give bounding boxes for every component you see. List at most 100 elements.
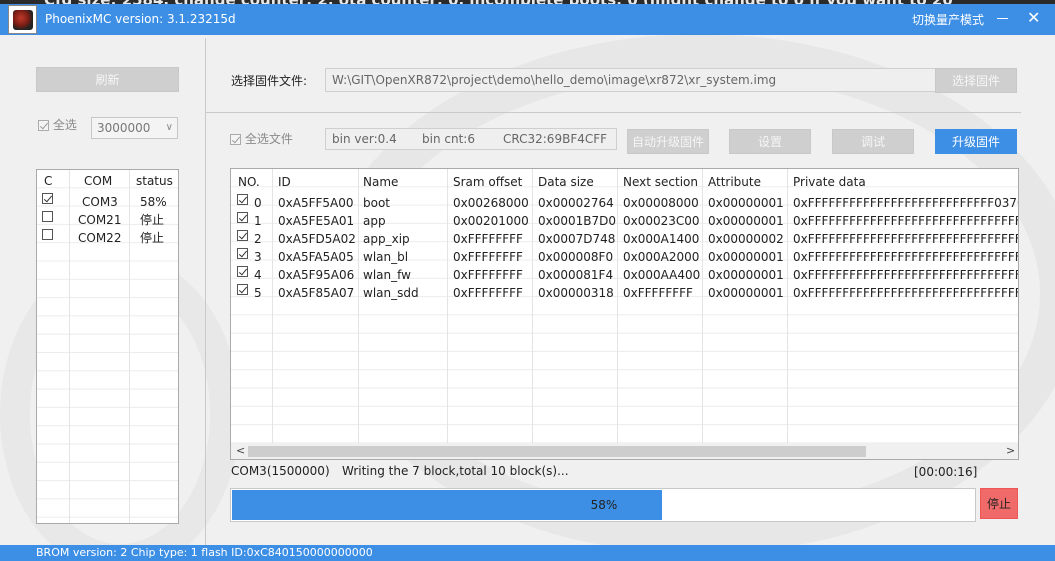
minimize-icon[interactable] [997, 18, 1008, 19]
cell-attr: 0x00000001 [708, 286, 784, 300]
port-col-check-header: C [44, 174, 53, 188]
col-size-header: Data size [538, 175, 594, 189]
port-checkbox[interactable] [42, 193, 53, 204]
firmware-path-field[interactable]: W:\GIT\OpenXR872\project\demo\hello_demo… [325, 68, 936, 92]
cell-sram: 0xFFFFFFFF [453, 232, 523, 246]
switch-production-mode-button[interactable]: 切换量产模式 [912, 11, 984, 28]
cell-next: 0x00023C00 [623, 214, 700, 228]
scrollbar-thumb[interactable] [248, 446, 866, 457]
select-all-ports-checkbox[interactable] [38, 120, 49, 131]
select-all-files[interactable]: 全选文件 [230, 130, 293, 147]
table-row[interactable]: 5 0xA5F85A07 wlan_sdd 0xFFFFFFFF 0x00000… [231, 284, 1019, 302]
table-row[interactable]: 3 0xA5FA5A05 wlan_bl 0xFFFFFFFF 0x000008… [231, 248, 1018, 266]
debug-button[interactable]: 调试 [832, 129, 914, 154]
cell-name: app_xip [363, 232, 410, 246]
cell-name: wlan_fw [363, 268, 411, 282]
cell-name: wlan_bl [363, 250, 409, 264]
port-row[interactable]: COM3 58% [37, 193, 178, 211]
cell-name: app [363, 214, 386, 228]
panel-divider-horizontal [206, 112, 1021, 113]
cell-next: 0x000A1400 [623, 232, 700, 246]
cell-id: 0xA5FA5A05 [278, 250, 354, 264]
port-list: C COM status COM3 58% COM21 停止 COM22 停止 [36, 169, 179, 524]
port-row[interactable]: COM22 停止 [37, 229, 178, 247]
stop-button[interactable]: 停止 [980, 488, 1018, 519]
table-row[interactable]: 0 0xA5FF5A00 boot 0x00268000 0x00002764 … [231, 194, 1019, 212]
cell-size: 0x0001B7D0 [538, 214, 617, 228]
col-private-header: Private data [793, 175, 866, 189]
scroll-left-icon[interactable]: < [236, 443, 245, 459]
col-next-header: Next section [623, 175, 698, 189]
cell-private: 0xFFFFFFFFFFFFFFFFFFFFFFFFFFFFFFFFF [793, 268, 1019, 282]
scroll-right-icon[interactable]: > [1006, 443, 1015, 459]
cell-attr: 0x00000002 [708, 232, 784, 246]
select-firmware-button[interactable]: 选择固件 [935, 68, 1017, 93]
table-horizontal-scrollbar[interactable]: < > [231, 443, 1018, 459]
table-row[interactable]: 1 0xA5FE5A01 app 0x00201000 0x0001B7D0 0… [231, 212, 1018, 230]
col-name-header: Name [363, 175, 399, 189]
cell-next: 0x00008000 [623, 196, 699, 210]
select-all-files-label: 全选文件 [244, 132, 293, 146]
cell-id: 0xA5FE5A01 [278, 214, 355, 228]
panel-divider-vertical [205, 38, 206, 546]
select-all-files-checkbox[interactable] [230, 134, 241, 145]
elapsed-time: [00:00:16] [914, 465, 978, 479]
app-logo-icon [8, 5, 37, 34]
cell-size: 0x00002764 [538, 196, 614, 210]
port-com: COM3 [82, 195, 118, 209]
cell-id: 0xA5F95A06 [278, 268, 355, 282]
auto-upgrade-button[interactable]: 自动升级固件 [627, 129, 709, 154]
port-checkbox[interactable] [42, 211, 53, 222]
cell-private: 0xFFFFFFFFFFFFFFFFFFFFFFFFFFFFFFFFF [793, 286, 1019, 300]
close-icon[interactable]: ✕ [1027, 9, 1040, 27]
cell-size: 0x00000318 [538, 286, 614, 300]
upgrade-firmware-button[interactable]: 升级固件 [935, 129, 1017, 154]
cell-attr: 0x00000001 [708, 214, 784, 228]
section-checkbox[interactable] [237, 266, 248, 277]
select-all-ports-label: 全选 [52, 118, 77, 132]
table-row[interactable]: 4 0xA5F95A06 wlan_fw 0xFFFFFFFF 0x000081… [231, 266, 1019, 284]
cell-sram: 0x00201000 [453, 214, 529, 228]
cell-attr: 0x00000001 [708, 250, 784, 264]
port-col-com-header: COM [84, 174, 113, 188]
port-com: COM21 [78, 213, 122, 227]
title-bar: PhoenixMC version: 3.1.23215d 切换量产模式 ✕ [0, 4, 1055, 35]
port-checkbox[interactable] [42, 229, 53, 240]
select-all-ports[interactable]: 全选 [38, 116, 77, 133]
cell-sram: 0xFFFFFFFF [453, 268, 523, 282]
port-row[interactable]: COM21 停止 [37, 211, 178, 229]
cell-next: 0xFFFFFFFF [623, 286, 693, 300]
section-checkbox[interactable] [237, 230, 248, 241]
refresh-button[interactable]: 刷新 [36, 67, 179, 92]
cell-private: 0xFFFFFFFFFFFFFFFFFFFFFFFFFFF037000 [793, 196, 1019, 210]
section-checkbox[interactable] [237, 194, 248, 205]
firmware-table: NO. ID Name Sram offset Data size Next s… [230, 168, 1019, 460]
cell-size: 0x0007D748 [538, 232, 616, 246]
port-status: 停止 [140, 231, 165, 245]
cell-sram: 0xFFFFFFFF [453, 250, 523, 264]
table-header: NO. ID Name Sram offset Data size Next s… [231, 173, 1018, 191]
bin-crc: CRC32:69BF4CFF [503, 132, 608, 146]
section-checkbox[interactable] [237, 212, 248, 223]
firmware-file-label: 选择固件文件: [231, 74, 308, 88]
table-row[interactable]: 2 0xA5FD5A02 app_xip 0xFFFFFFFF 0x0007D7… [231, 230, 1019, 248]
status-port: COM3(1500000) [231, 464, 330, 478]
cell-size: 0x000008F0 [538, 250, 614, 264]
status-message: Writing the 7 block,total 10 block(s)... [342, 464, 569, 478]
cell-private: 0xFFFFFFFFFFFFFFFFFFFFFFFFFFFFFFFFF [793, 232, 1019, 246]
cell-no: 1 [254, 214, 262, 228]
bin-version: bin ver:0.4 [332, 132, 397, 146]
section-checkbox[interactable] [237, 248, 248, 259]
progress-bar: 58% [230, 488, 976, 522]
port-list-header: C COM status [37, 172, 178, 190]
cell-no: 2 [254, 232, 262, 246]
cell-attr: 0x00000001 [708, 268, 784, 282]
chevron-down-icon: ∨ [165, 122, 173, 133]
settings-button[interactable]: 设置 [729, 129, 811, 154]
port-com: COM22 [78, 231, 122, 245]
cell-sram: 0xFFFFFFFF [453, 286, 523, 300]
baud-rate-select[interactable]: 3000000 ∨ [91, 117, 178, 139]
section-checkbox[interactable] [237, 284, 248, 295]
cell-no: 0 [254, 196, 262, 210]
port-status: 停止 [140, 213, 165, 227]
